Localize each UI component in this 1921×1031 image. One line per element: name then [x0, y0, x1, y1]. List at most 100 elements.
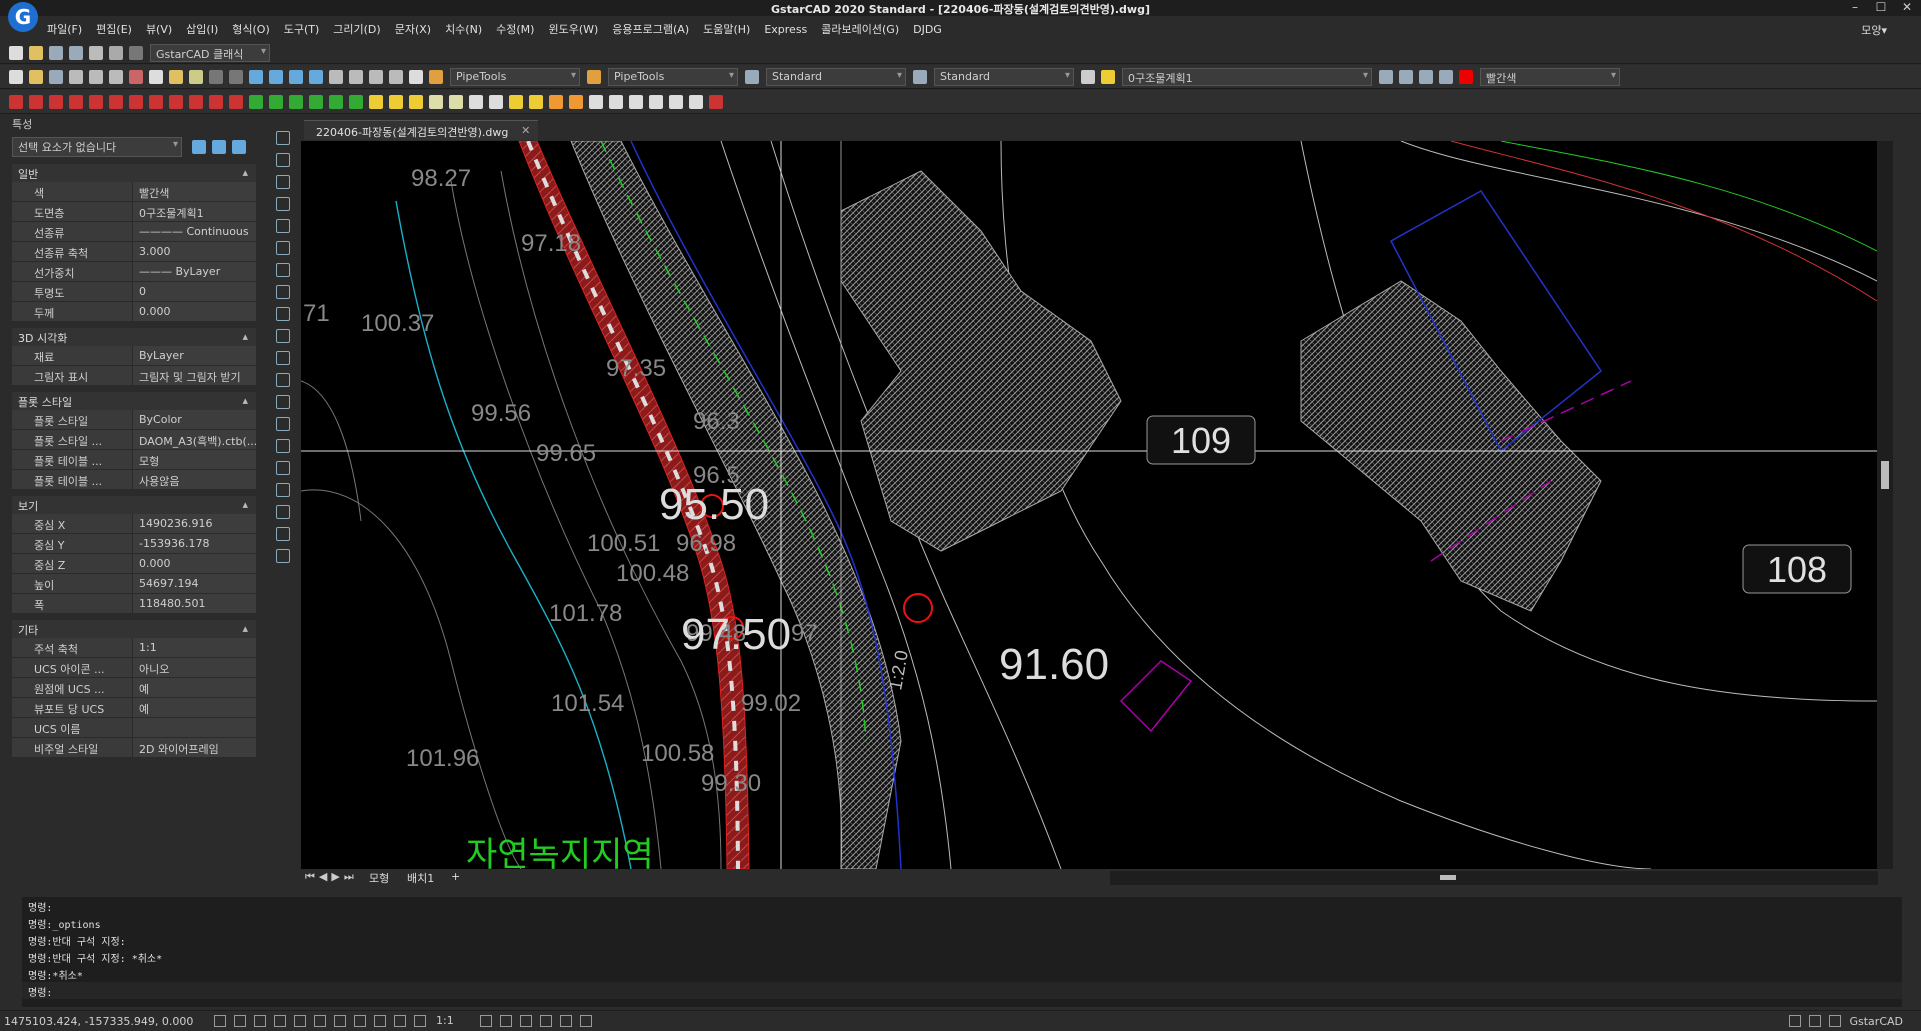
close-tab-icon[interactable]: ✕ [521, 124, 530, 137]
property-value[interactable]: 사용않음 [132, 470, 256, 489]
vertical-scroll-thumb[interactable] [1881, 461, 1889, 489]
property-row[interactable]: 플롯 테이블 ... 사용않음 [12, 470, 256, 490]
property-value[interactable]: 빨간색 [132, 182, 256, 201]
match-properties-icon[interactable] [189, 69, 203, 84]
lineweight-icon[interactable] [354, 1015, 366, 1027]
property-value[interactable]: ——— ByLayer [132, 262, 256, 281]
property-row[interactable]: 그림자 표시 그림자 및 그림자 받기 [12, 366, 256, 386]
help-icon[interactable] [409, 69, 423, 84]
pipetools-edit-icon[interactable] [587, 69, 601, 84]
table-tool-icon[interactable] [449, 94, 463, 109]
annotation-visibility-icon[interactable] [480, 1015, 492, 1027]
property-row[interactable]: 재료 ByLayer [12, 346, 256, 366]
publish-icon[interactable] [109, 69, 123, 84]
property-row[interactable]: 선가중치 ——— ByLayer [12, 262, 256, 282]
select-objects-icon[interactable] [212, 140, 226, 154]
minimize-button[interactable]: – [1843, 0, 1867, 14]
toggle-pickadd-icon[interactable] [192, 140, 206, 154]
new-file-icon[interactable] [9, 45, 23, 60]
menu-window[interactable]: 윈도우(W) [541, 21, 605, 37]
make-block-icon[interactable] [276, 395, 290, 409]
ortho-icon[interactable] [254, 1015, 266, 1027]
text-tool-icon[interactable] [29, 94, 43, 109]
section-header[interactable]: 3D 시각화 [12, 328, 256, 346]
snap-grid-icon[interactable] [214, 1015, 226, 1027]
pan-icon[interactable] [249, 69, 263, 84]
calculator-icon[interactable] [389, 69, 403, 84]
undo-icon[interactable] [209, 69, 223, 84]
menu-view[interactable]: 뷰(V) [139, 21, 179, 37]
zoom-window-icon[interactable] [289, 69, 303, 84]
hatch-icon[interactable] [276, 439, 290, 453]
table-tool-icon[interactable] [429, 94, 443, 109]
property-value[interactable]: 예 [132, 678, 256, 697]
construction-line-icon[interactable] [276, 153, 290, 167]
layer-state-icon[interactable] [1399, 69, 1413, 84]
workspace-icon[interactable] [500, 1015, 512, 1027]
property-row[interactable]: 플롯 테이블 ... 모형 [12, 450, 256, 470]
annotation-scale[interactable]: 1:1 [436, 1014, 454, 1027]
quick-props-icon[interactable] [394, 1015, 406, 1027]
paste-icon[interactable] [169, 69, 183, 84]
isolate-icon[interactable] [520, 1015, 532, 1027]
chart-tool-icon[interactable] [529, 94, 543, 109]
property-row[interactable]: UCS 이름 [12, 718, 256, 738]
property-value[interactable]: ———— Continuous [132, 222, 256, 241]
chart-tool-icon[interactable] [589, 94, 603, 109]
design-center-icon[interactable] [349, 69, 363, 84]
block-tool-icon[interactable] [329, 94, 343, 109]
menu-collaboration[interactable]: 콜라보레이션(G) [814, 21, 906, 37]
pipetools-select-2[interactable]: PipeTools [608, 67, 738, 86]
app-logo-icon[interactable]: G [8, 2, 38, 32]
line-tool-icon[interactable] [389, 94, 403, 109]
redo-icon[interactable] [129, 45, 143, 60]
save-icon[interactable] [49, 69, 63, 84]
selection-cycling-icon[interactable] [414, 1015, 426, 1027]
zoom-previous-icon[interactable] [309, 69, 323, 84]
property-row[interactable]: 선종류 ———— Continuous [12, 222, 256, 242]
property-value[interactable]: 모형 [132, 450, 256, 469]
property-row[interactable]: 투명도 0 [12, 282, 256, 302]
line-tool-icon[interactable] [409, 94, 423, 109]
menu-format[interactable]: 형식(O) [225, 21, 276, 37]
layer-isolate-icon[interactable] [1419, 69, 1433, 84]
undo-icon[interactable] [109, 45, 123, 60]
print-icon[interactable] [69, 69, 83, 84]
command-input[interactable]: 명령: [22, 982, 1902, 999]
menu-text[interactable]: 문자(X) [388, 21, 438, 37]
block-tool-icon[interactable] [249, 94, 263, 109]
add-layout-button[interactable]: + [445, 870, 466, 883]
command-scrollbar[interactable] [1905, 897, 1919, 1007]
text-tool-icon[interactable] [9, 94, 23, 109]
hatch-tool-icon[interactable] [689, 94, 703, 109]
cut-icon[interactable] [129, 69, 143, 84]
property-value[interactable]: 1490236.916 [132, 514, 256, 533]
tool-palettes-icon[interactable] [369, 69, 383, 84]
polar-icon[interactable] [274, 1015, 286, 1027]
block-tool-icon[interactable] [349, 94, 363, 109]
layer-select[interactable]: 0구조물계획1 [1122, 67, 1372, 86]
property-row[interactable]: 두께 0.000 [12, 302, 256, 322]
horizontal-scroll-thumb[interactable] [1440, 875, 1456, 880]
property-value[interactable]: 54697.194 [132, 574, 256, 593]
arc-icon[interactable] [276, 241, 290, 255]
property-row[interactable]: 중심 X 1490236.916 [12, 514, 256, 534]
clean-screen-icon[interactable] [580, 1015, 592, 1027]
hatch-tool-icon[interactable] [609, 94, 623, 109]
menu-tools[interactable]: 도구(T) [277, 21, 327, 37]
polygon-icon[interactable] [276, 197, 290, 211]
print-preview-icon[interactable] [89, 69, 103, 84]
polyline-icon[interactable] [276, 175, 290, 189]
property-row[interactable]: 높이 54697.194 [12, 574, 256, 594]
document-tab[interactable]: 220406-파장동(설계검토의견반영).dwg ✕ [304, 120, 539, 140]
text-tool-icon[interactable] [89, 94, 103, 109]
hatch-tool-icon[interactable] [629, 94, 643, 109]
revision-cloud-icon[interactable] [276, 285, 290, 299]
text-tool-icon[interactable] [69, 94, 83, 109]
pipetools-icon[interactable] [429, 69, 443, 84]
save-icon[interactable] [49, 45, 63, 60]
property-value[interactable]: 3.000 [132, 242, 256, 261]
grid-tool-icon[interactable] [509, 94, 523, 109]
ellipse-icon[interactable] [276, 329, 290, 343]
property-value[interactable]: 1:1 [132, 638, 256, 657]
